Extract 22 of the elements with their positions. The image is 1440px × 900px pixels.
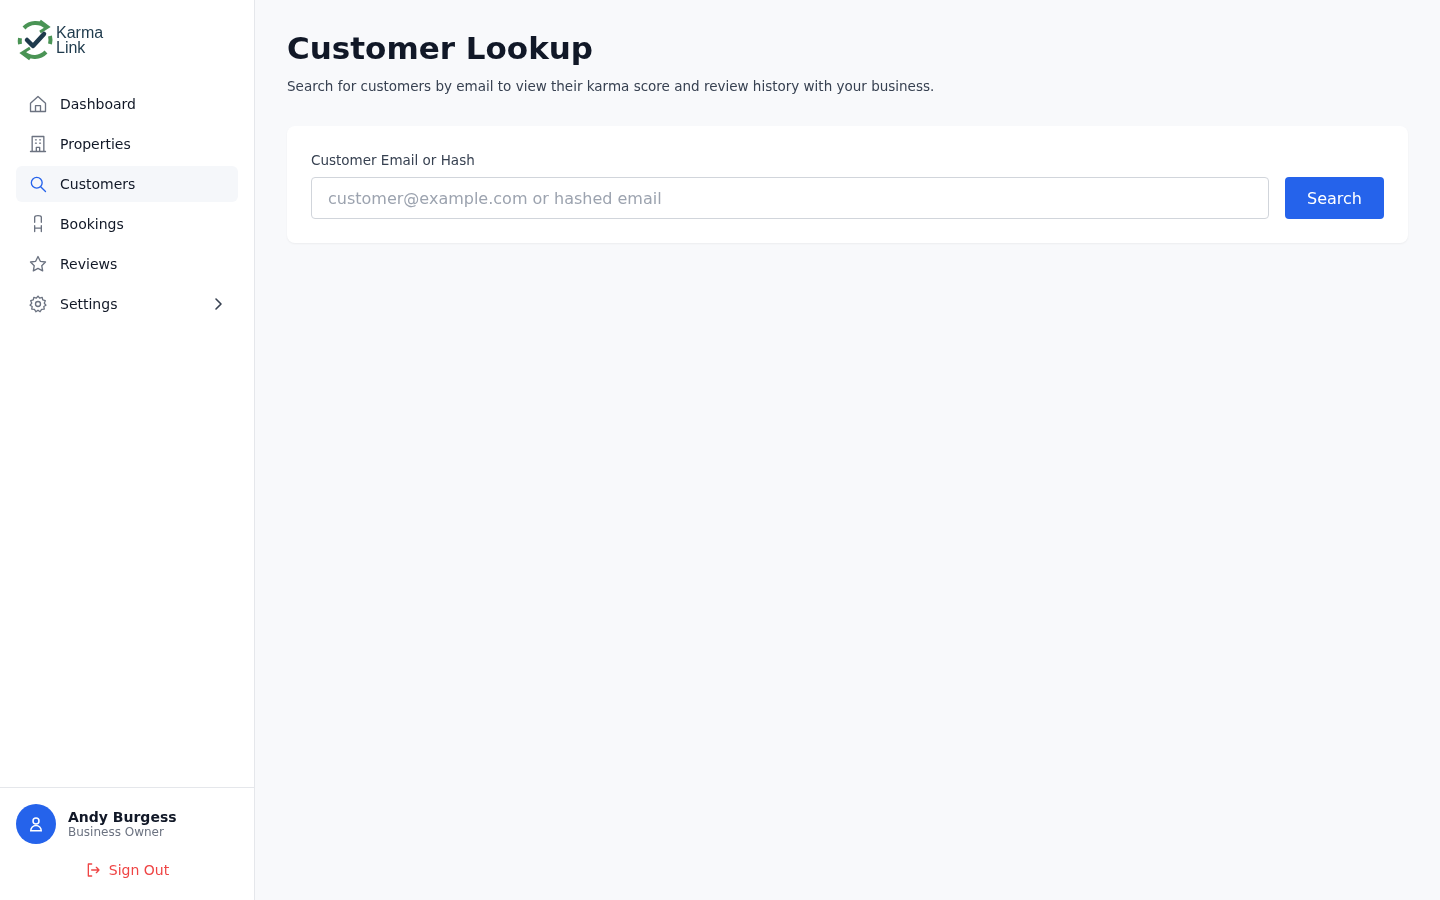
sidebar-item[interactable]: Reviews	[16, 246, 238, 282]
search-button[interactable]: Search	[1285, 177, 1384, 219]
building-icon	[28, 134, 48, 154]
sidebar-item[interactable]: Settings	[16, 286, 238, 322]
user-name: Andy Burgess	[68, 809, 177, 825]
sidebar-item[interactable]: Dashboard	[16, 86, 238, 122]
page-title: Customer Lookup	[287, 30, 595, 66]
logo-icon	[16, 18, 54, 62]
search-field[interactable]: customer@example.com or hashed email	[311, 177, 1269, 219]
sidebar-item[interactable]: Customers	[16, 166, 238, 202]
home-icon	[28, 94, 48, 114]
sidebar-item[interactable]: Properties	[16, 126, 238, 162]
sign-out-button[interactable]: Sign Out	[78, 856, 176, 884]
user-icon	[27, 815, 45, 833]
star-icon	[28, 254, 48, 274]
logo-text: Karma Link	[56, 25, 104, 55]
user-role: Business Owner	[68, 825, 165, 839]
search-icon	[28, 174, 48, 194]
field-label: Customer Email or Hash	[311, 152, 475, 168]
page-subtitle: Search for customers by email to view their karma score and review history with your business.	[287, 78, 936, 94]
settings-icon	[28, 294, 48, 314]
sidebar-item[interactable]: Bookings	[16, 206, 238, 242]
